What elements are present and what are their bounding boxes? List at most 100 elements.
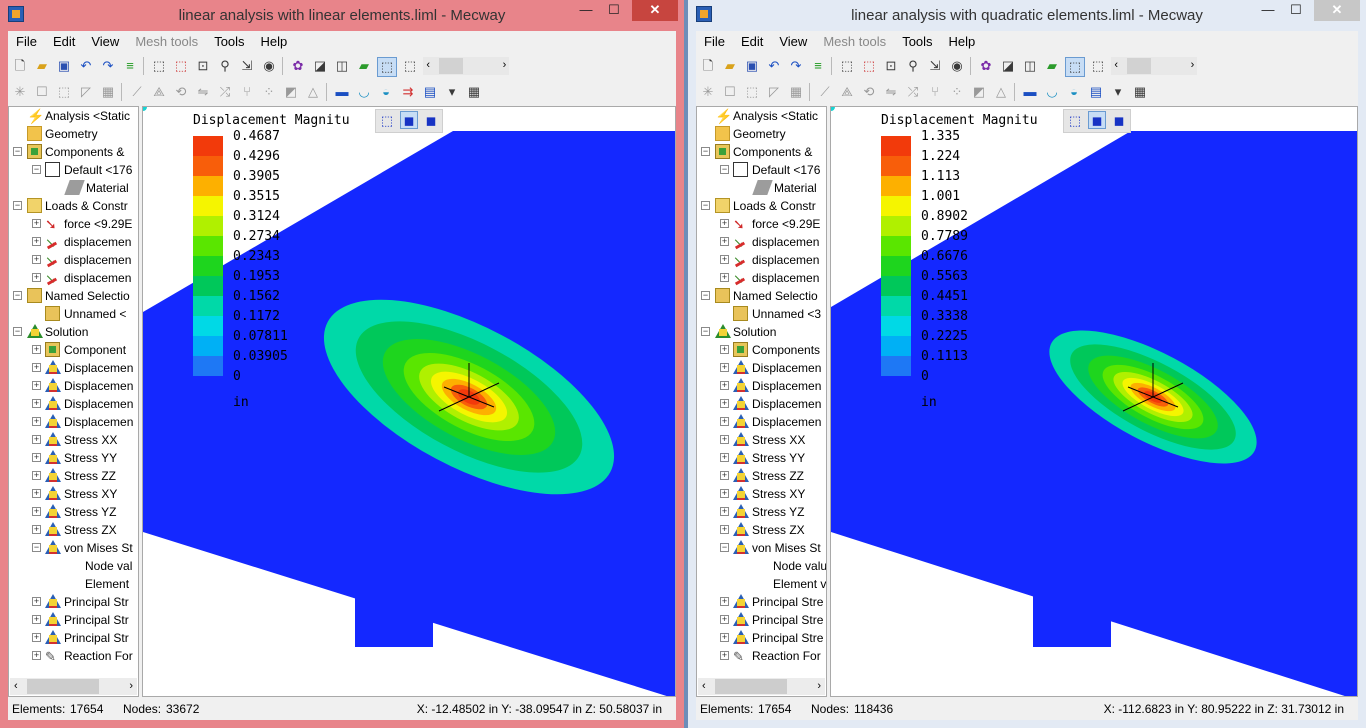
mesh-mirror-icon[interactable]: ⇋ [194,83,212,101]
mesh-fill-icon[interactable]: ◩ [970,83,988,101]
scroll-left-icon[interactable]: ‹ [702,680,706,692]
tree-item-stress-yz[interactable]: + Stress YZ [9,503,138,521]
tree-item-principal-3[interactable]: + Principal Stre [697,629,826,647]
expand-icon[interactable]: + [720,597,729,606]
zoom-icon[interactable]: ⚲ [216,57,234,75]
tree-item-displacement-3[interactable]: +displacemen [9,269,138,287]
expand-icon[interactable]: + [32,345,41,354]
tree-item-stress-zx[interactable]: + Stress ZX [697,521,826,539]
new-file-icon[interactable]: 🗋 [11,57,29,75]
menu-tools[interactable]: Tools [206,31,252,53]
tree-item-stress-yy[interactable]: + Stress YY [697,449,826,467]
expand-icon[interactable]: + [720,345,729,354]
expand-icon[interactable]: + [720,453,729,462]
expand-icon[interactable]: + [32,399,41,408]
undo-icon[interactable]: ↶ [765,57,783,75]
menu-edit[interactable]: Edit [45,31,83,53]
expand-icon[interactable]: + [32,633,41,642]
tree-item-displacement-2[interactable]: +displacemen [697,251,826,269]
scroll-right-icon[interactable]: › [129,680,133,692]
collapse-icon[interactable]: − [13,291,22,300]
collapse-icon[interactable]: − [13,327,22,336]
expand-icon[interactable]: + [32,237,41,246]
expand-icon[interactable]: + [720,633,729,642]
menu-mesh-tools[interactable]: Mesh tools [815,31,894,53]
collapse-icon[interactable]: − [13,147,22,156]
menu-file[interactable]: File [8,31,45,53]
open-folder-icon[interactable]: ▰ [33,57,51,75]
expand-icon[interactable]: + [720,525,729,534]
expand-icon[interactable]: + [32,651,41,660]
tree-item-displacement-result[interactable]: + Displacemen [697,377,826,395]
tree-item-element-values[interactable]: Element [9,575,138,593]
mesh-fill-icon[interactable]: ◩ [282,83,300,101]
pan-view-icon[interactable]: ⬚ [860,57,878,75]
cube-edges-icon[interactable]: ⬚ [1089,57,1107,75]
dropdown-icon[interactable]: ▾ [1109,83,1127,101]
open-folder-icon[interactable]: ▰ [721,57,739,75]
solve-icon[interactable]: ≡ [809,57,827,75]
minimize-button[interactable]: — [1254,0,1282,21]
cube-view-icon[interactable]: ⬚ [377,57,397,77]
animation-icon[interactable]: ▤ [421,83,439,101]
tree-item-material[interactable]: Material [9,179,138,197]
shaded-edges-cube-icon[interactable]: ◼ [400,111,418,129]
close-button[interactable]: ✕ [632,0,678,21]
animation-icon[interactable]: ▤ [1087,83,1105,101]
tree-item-displacement-result[interactable]: + Displacemen [697,359,826,377]
expand-icon[interactable]: + [32,273,41,282]
tree-item-components[interactable]: − Components & [9,143,138,161]
maximize-button[interactable]: ☐ [1282,0,1310,21]
expand-icon[interactable]: + [32,525,41,534]
tree-item-solution-components[interactable]: + Component [9,341,138,359]
close-button[interactable]: ✕ [1314,0,1360,21]
expand-icon[interactable]: + [720,615,729,624]
model-viewport[interactable]: YXZ Displacement Magnitu ⬚◼◼ 0.46870.429… [142,106,676,697]
collapse-icon[interactable]: − [13,201,22,210]
mesh-extrude-icon[interactable]: ⟋ [816,83,834,101]
tree-item-geometry[interactable]: Geometry [9,125,138,143]
expand-icon[interactable]: + [32,471,41,480]
mesh-split-icon[interactable]: ⑂ [926,83,944,101]
scroll-left-icon[interactable]: ‹ [14,680,18,692]
mesh-nodes-icon[interactable]: ✳ [11,83,29,101]
tree-item-stress-zz[interactable]: + Stress ZZ [697,467,826,485]
tree-item-default-part[interactable]: − Default <176 [9,161,138,179]
mesh-hex-icon[interactable]: ⬚ [743,83,761,101]
tree-item-displacement-result[interactable]: + Displacemen [697,413,826,431]
tree-item-principal-1[interactable]: + Principal Str [9,593,138,611]
tree-horizontal-scrollbar[interactable]: ‹ › [10,678,137,695]
tree-item-analysis[interactable]: Analysis <Static [697,107,826,125]
mesh-sweep-icon[interactable]: ⟁ [150,83,168,101]
mesh-scatter-icon[interactable]: ⁘ [260,83,278,101]
wireframe-cube-icon[interactable]: ⬚ [378,112,396,130]
expand-icon[interactable]: + [32,255,41,264]
title-bar[interactable]: linear analysis with quadratic elements.… [688,0,1366,30]
collapse-icon[interactable]: − [720,543,729,552]
select-icon[interactable]: ⇲ [926,57,944,75]
mesh-box-icon[interactable]: ☐ [33,83,51,101]
mesh-extrude-icon[interactable]: ⟋ [128,83,146,101]
tree-item-stress-yz[interactable]: + Stress YZ [697,503,826,521]
tree-item-loads[interactable]: − Loads & Constr [9,197,138,215]
save-icon[interactable]: ▣ [743,57,761,75]
tree-item-reaction-force[interactable]: +Reaction For [9,647,138,665]
menu-help[interactable]: Help [941,31,984,53]
measure-icon[interactable]: ◉ [948,57,966,75]
collapse-icon[interactable]: − [701,201,710,210]
tree-item-principal-2[interactable]: + Principal Stre [697,611,826,629]
zoom-icon[interactable]: ⚲ [904,57,922,75]
mesh-revolve-icon[interactable]: ⟲ [172,83,190,101]
beam-icon[interactable]: ▬ [1021,83,1039,101]
tree-item-geometry[interactable]: Geometry [697,125,826,143]
contour-icon[interactable]: ▰ [355,57,373,75]
expand-icon[interactable]: + [32,615,41,624]
pan-view-icon[interactable]: ⬚ [172,57,190,75]
shaded-cube-icon[interactable]: ◼ [1110,112,1128,130]
tree-item-loads[interactable]: − Loads & Constr [697,197,826,215]
tree-item-displacement-1[interactable]: +displacemen [9,233,138,251]
menu-file[interactable]: File [696,31,733,53]
tree-item-displacement-result[interactable]: + Displacemen [9,395,138,413]
tree-item-principal-2[interactable]: + Principal Str [9,611,138,629]
expand-icon[interactable]: + [720,507,729,516]
